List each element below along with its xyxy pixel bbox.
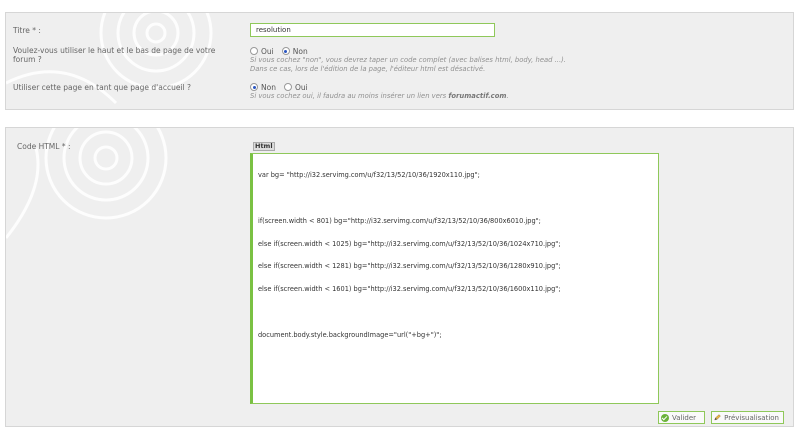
pencil-icon bbox=[714, 414, 721, 421]
code-line: else if(screen.width < 1281) bg="http://… bbox=[258, 262, 561, 271]
homepage-help-suffix: . bbox=[506, 92, 509, 100]
homepage-help-text: Si vous cochez oui, il faudra au moins i… bbox=[250, 92, 447, 100]
page-settings-panel: Titre * : resolution Voulez-vous utilise… bbox=[5, 12, 794, 110]
header-footer-label-line2: forum ? bbox=[13, 55, 42, 64]
html-code-textarea[interactable]: var bg= "http://i32.servimg.com/u/f32/13… bbox=[250, 153, 659, 404]
homepage-label: Utiliser cette page en tant que page d'a… bbox=[13, 83, 191, 92]
homepage-non-label[interactable]: Non bbox=[261, 83, 276, 92]
forumactif-link[interactable]: forumactif.com bbox=[448, 92, 506, 100]
code-line: else if(screen.width < 1025) bg="http://… bbox=[258, 239, 561, 248]
editor-toggle-label: Html bbox=[253, 142, 275, 151]
header-footer-label-line1: Voulez-vous utiliser le haut et le bas d… bbox=[13, 46, 216, 55]
swirl-decoration-icon bbox=[6, 128, 168, 239]
header-footer-oui-label[interactable]: Oui bbox=[261, 47, 274, 56]
title-input[interactable]: resolution bbox=[250, 23, 495, 37]
html-code-panel: Code HTML * : Html var bg= "http://i32.s… bbox=[5, 127, 794, 427]
title-label: Titre * : bbox=[13, 26, 41, 35]
homepage-non-radio[interactable] bbox=[250, 83, 258, 91]
header-footer-non-label[interactable]: Non bbox=[293, 47, 308, 56]
header-footer-oui-radio[interactable] bbox=[250, 47, 258, 55]
header-footer-radio-group: Oui Non bbox=[250, 46, 566, 56]
code-line: else if(screen.width < 1601) bg="http://… bbox=[258, 285, 561, 294]
header-footer-field: Oui Non Si vous cochez "non", vous devre… bbox=[250, 46, 566, 73]
html-code-label: Code HTML * : bbox=[17, 142, 71, 151]
homepage-help: Si vous cochez oui, il faudra au moins i… bbox=[250, 92, 509, 101]
header-footer-help-line1: Si vous cochez "non", vous devrez taper … bbox=[250, 56, 566, 64]
code-line: var bg= "http://i32.servimg.com/u/f32/13… bbox=[258, 171, 480, 180]
homepage-field: Non Oui Si vous cochez oui, il faudra au… bbox=[250, 82, 509, 101]
homepage-radio-group: Non Oui bbox=[250, 82, 509, 92]
header-footer-help-line2: Dans ce cas, lors de l'édition de la pag… bbox=[250, 64, 486, 73]
header-footer-non-radio[interactable] bbox=[281, 47, 290, 55]
html-editor-toggle[interactable]: Html bbox=[252, 142, 275, 151]
submit-button-label: Valider bbox=[672, 413, 697, 422]
submit-button[interactable]: Valider bbox=[658, 411, 705, 424]
preview-button-label: Prévisualisation bbox=[724, 413, 779, 422]
homepage-oui-radio[interactable] bbox=[283, 83, 292, 91]
code-line: if(screen.width < 801) bg="http://i32.se… bbox=[258, 216, 541, 225]
homepage-oui-label[interactable]: Oui bbox=[295, 83, 308, 92]
header-footer-label: Voulez-vous utiliser le haut et le bas d… bbox=[13, 46, 215, 64]
preview-button[interactable]: Prévisualisation bbox=[711, 411, 784, 424]
check-icon bbox=[661, 413, 669, 422]
code-line: document.body.style.backgroundImage="url… bbox=[258, 330, 442, 339]
